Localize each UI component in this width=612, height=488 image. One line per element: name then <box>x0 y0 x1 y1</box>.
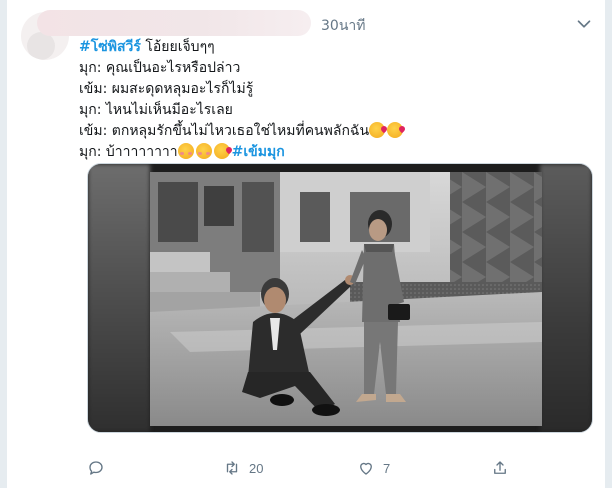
media-blur-left <box>88 164 150 432</box>
kissing-heart-emoji-icon <box>369 122 386 138</box>
reply-icon[interactable] <box>87 459 105 477</box>
tweet-line-5: เข้ม: ตกหลุมรักขึ้นไม่ไหวเธอใช่ไหมที่คนพ… <box>79 121 405 142</box>
share-button[interactable] <box>491 456 509 480</box>
timestamp[interactable]: 30นาที <box>321 15 365 37</box>
reply-button[interactable] <box>87 456 113 480</box>
tweet-card[interactable]: 30นาที #โซ่พิสวีร์ โอ้ยยเจ็บๆๆมุก: คุณเป… <box>6 0 606 488</box>
photo-image[interactable] <box>150 172 542 426</box>
kissing-heart-emoji-icon <box>213 143 230 159</box>
tweet-line-text: โอ้ยยเจ็บๆๆ <box>140 39 215 55</box>
tweet-line-text: มุก: บ้าาาาาาาา <box>79 144 178 160</box>
tweet-media[interactable] <box>87 163 593 433</box>
media-blur-right <box>540 164 592 432</box>
smiling-blush-emoji-icon <box>177 143 194 159</box>
like-count: 7 <box>383 460 391 476</box>
tweet-line-3: เข้ม: ผมสะดุดหลุมอะไรก็ไม่รู้ <box>79 81 254 97</box>
retweet-icon[interactable] <box>223 459 241 477</box>
tweet-text: #โซ่พิสวีร์ โอ้ยยเจ็บๆๆมุก: คุณเป็นอะไรห… <box>79 37 405 163</box>
like-button[interactable]: 7 <box>357 456 390 480</box>
tweet-line-2: มุก: คุณเป็นอะไรหรือปล่าว <box>79 60 241 76</box>
tweet-line-6: มุก: บ้าาาาาาาา #เข้มมุก <box>79 142 405 163</box>
tweet-actions: 20 7 <box>87 456 527 480</box>
retweet-button[interactable]: 20 <box>223 456 263 480</box>
retweet-count: 20 <box>249 460 264 476</box>
share-icon[interactable] <box>491 459 509 477</box>
tweet-line-text: เข้ม: ตกหลุมรักขึ้นไม่ไหวเธอใช่ไหมที่คนพ… <box>79 123 370 139</box>
like-icon[interactable] <box>357 459 375 477</box>
blurred-user-name[interactable] <box>37 10 311 36</box>
tweet-line-1: #โซ่พิสวีร์ โอ้ยยเจ็บๆๆ <box>79 37 405 58</box>
smiling-blush-emoji-icon <box>195 143 212 159</box>
hashtag-link[interactable]: #เข้มมุก <box>232 144 285 160</box>
caret-down-icon[interactable] <box>573 13 595 35</box>
tweet-line-4: มุก: ไหนไม่เห็นมีอะไรเลย <box>79 102 233 118</box>
hashtag-link[interactable]: #โซ่พิสวีร์ <box>79 39 141 55</box>
kissing-heart-emoji-icon <box>387 122 404 138</box>
